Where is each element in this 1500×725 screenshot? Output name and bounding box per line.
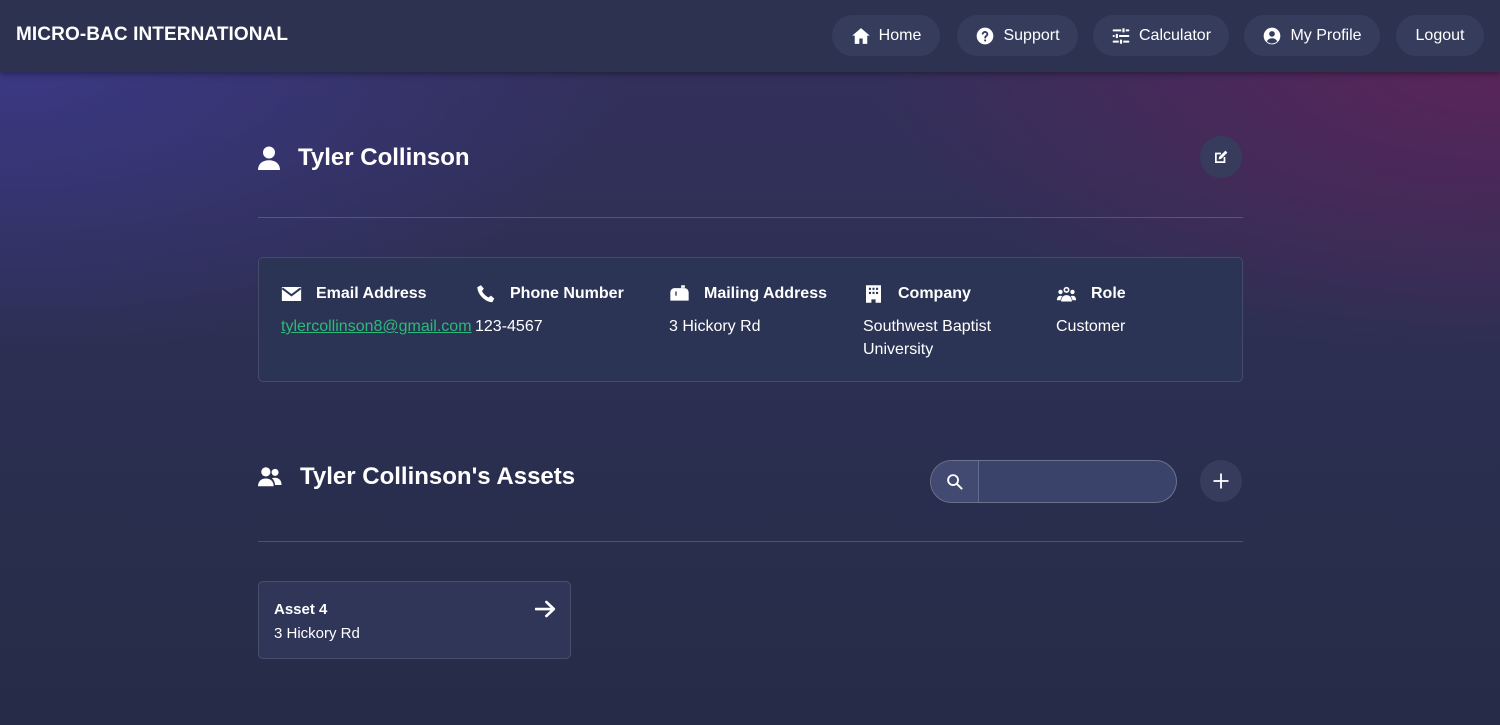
edit-icon bbox=[1215, 150, 1228, 163]
mailing-address-value: 3 Hickory Rd bbox=[669, 318, 761, 335]
nav-home-label: Home bbox=[878, 26, 922, 44]
search-button[interactable] bbox=[931, 461, 979, 502]
nav-logout-button[interactable]: Logout bbox=[1396, 15, 1484, 56]
nav-logout-label: Logout bbox=[1415, 26, 1465, 44]
company-value: Southwest Baptist University bbox=[863, 318, 992, 358]
edit-profile-button[interactable] bbox=[1200, 136, 1242, 178]
divider bbox=[258, 541, 1243, 542]
asset-name: Asset 4 bbox=[274, 601, 328, 618]
question-circle-icon bbox=[977, 27, 994, 44]
envelope-icon bbox=[281, 287, 302, 301]
company-label: Company bbox=[898, 285, 971, 302]
building-icon bbox=[866, 285, 881, 303]
profile-name: Tyler Collinson bbox=[298, 144, 470, 171]
home-icon bbox=[851, 27, 870, 44]
top-navbar: MICRO-BAC INTERNATIONAL Home Support Cal… bbox=[0, 0, 1500, 72]
nav-calculator-label: Calculator bbox=[1138, 26, 1212, 44]
mailing-address-field: Mailing Address 3 Hickory Rd bbox=[669, 282, 827, 338]
phone-field: Phone Number 123-4567 bbox=[475, 282, 624, 338]
profile-info-card: Email Address tylercollinson8@gmail.com … bbox=[258, 257, 1243, 382]
nav-support-button[interactable]: Support bbox=[957, 15, 1078, 56]
phone-icon bbox=[477, 285, 495, 303]
phone-value: 123-4567 bbox=[475, 318, 543, 335]
users-icon bbox=[1056, 286, 1077, 302]
add-asset-button[interactable] bbox=[1200, 460, 1242, 502]
mailbox-icon bbox=[670, 285, 689, 301]
company-field: Company Southwest Baptist University bbox=[863, 282, 1013, 361]
brand-logo-text[interactable]: MICRO-BAC INTERNATIONAL bbox=[16, 24, 288, 46]
role-value: Customer bbox=[1056, 318, 1126, 335]
asset-search bbox=[930, 460, 1177, 503]
assets-header: Tyler Collinson's Assets bbox=[258, 463, 575, 491]
search-input[interactable] bbox=[980, 461, 1176, 502]
assets-title: Tyler Collinson's Assets bbox=[300, 463, 576, 490]
nav-support-label: Support bbox=[1003, 26, 1060, 44]
plus-icon bbox=[1213, 473, 1229, 489]
nav-calculator-button[interactable]: Calculator bbox=[1093, 15, 1229, 56]
nav-my-profile-label: My Profile bbox=[1290, 26, 1362, 44]
user-icon bbox=[258, 146, 280, 170]
profile-header: Tyler Collinson bbox=[258, 144, 470, 172]
asset-card[interactable]: Asset 4 3 Hickory Rd bbox=[258, 581, 571, 659]
users-icon bbox=[258, 467, 282, 487]
role-label: Role bbox=[1091, 285, 1126, 302]
email-label: Email Address bbox=[316, 285, 427, 302]
arrow-right-icon[interactable] bbox=[535, 600, 556, 618]
phone-label: Phone Number bbox=[510, 285, 624, 302]
email-field: Email Address tylercollinson8@gmail.com bbox=[281, 282, 472, 338]
email-link[interactable]: tylercollinson8@gmail.com bbox=[281, 318, 472, 335]
role-field: Role Customer bbox=[1056, 282, 1126, 338]
nav-my-profile-button[interactable]: My Profile bbox=[1244, 15, 1380, 56]
search-icon bbox=[947, 474, 963, 490]
sliders-icon bbox=[1112, 26, 1130, 45]
divider bbox=[258, 217, 1243, 218]
asset-address: 3 Hickory Rd bbox=[274, 625, 360, 642]
mailing-address-label: Mailing Address bbox=[704, 285, 827, 302]
nav-home-button[interactable]: Home bbox=[832, 15, 940, 56]
user-circle-icon bbox=[1264, 27, 1281, 44]
